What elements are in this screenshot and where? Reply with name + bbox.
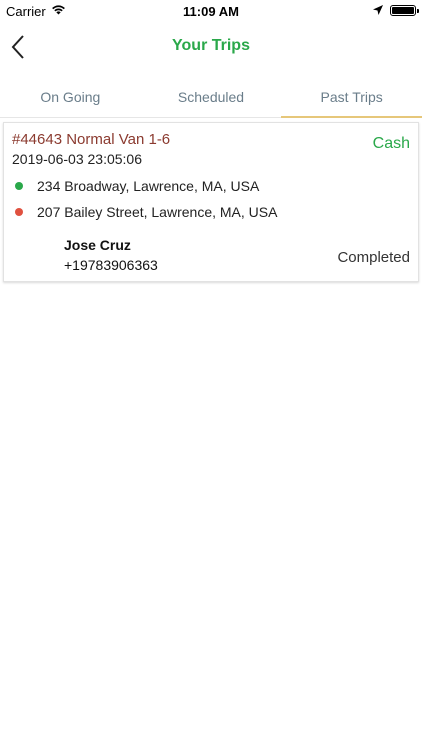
pickup-address-row: 234 Broadway, Lawrence, MA, USA [15, 178, 259, 194]
pickup-address: 234 Broadway, Lawrence, MA, USA [37, 178, 260, 194]
nav-bar: Your Trips [0, 22, 422, 72]
page-title: Your Trips [172, 37, 250, 54]
tab-past-trips[interactable]: Past Trips [281, 80, 422, 118]
trip-tabs: On Going Scheduled Past Trips [0, 80, 422, 118]
dropoff-address: 207 Bailey Street, Lawrence, MA, USA [37, 204, 278, 220]
tab-on-going[interactable]: On Going [0, 80, 141, 117]
dropoff-address-row: 207 Bailey Street, Lawrence, MA, USA [15, 204, 277, 220]
battery-icon [390, 5, 419, 16]
trip-id: #44643 Normal Van 1-6 [12, 131, 171, 148]
payment-method: Cash [372, 135, 410, 152]
trip-card[interactable]: #44643 Normal Van 1-6 Cash 2019-06-03 23… [3, 122, 419, 282]
dropoff-dot-icon [15, 208, 23, 216]
location-arrow-icon [373, 5, 383, 15]
tab-scheduled[interactable]: Scheduled [141, 80, 282, 117]
trip-datetime: 2019-06-03 23:05:06 [12, 151, 142, 167]
driver-phone: +19783906363 [64, 257, 158, 273]
clock: 11:09 AM [183, 4, 239, 19]
trip-status: Completed [337, 249, 410, 266]
pickup-dot-icon [15, 182, 23, 190]
driver-name: Jose Cruz [64, 237, 131, 253]
status-bar: Carrier 11:09 AM [0, 0, 422, 22]
